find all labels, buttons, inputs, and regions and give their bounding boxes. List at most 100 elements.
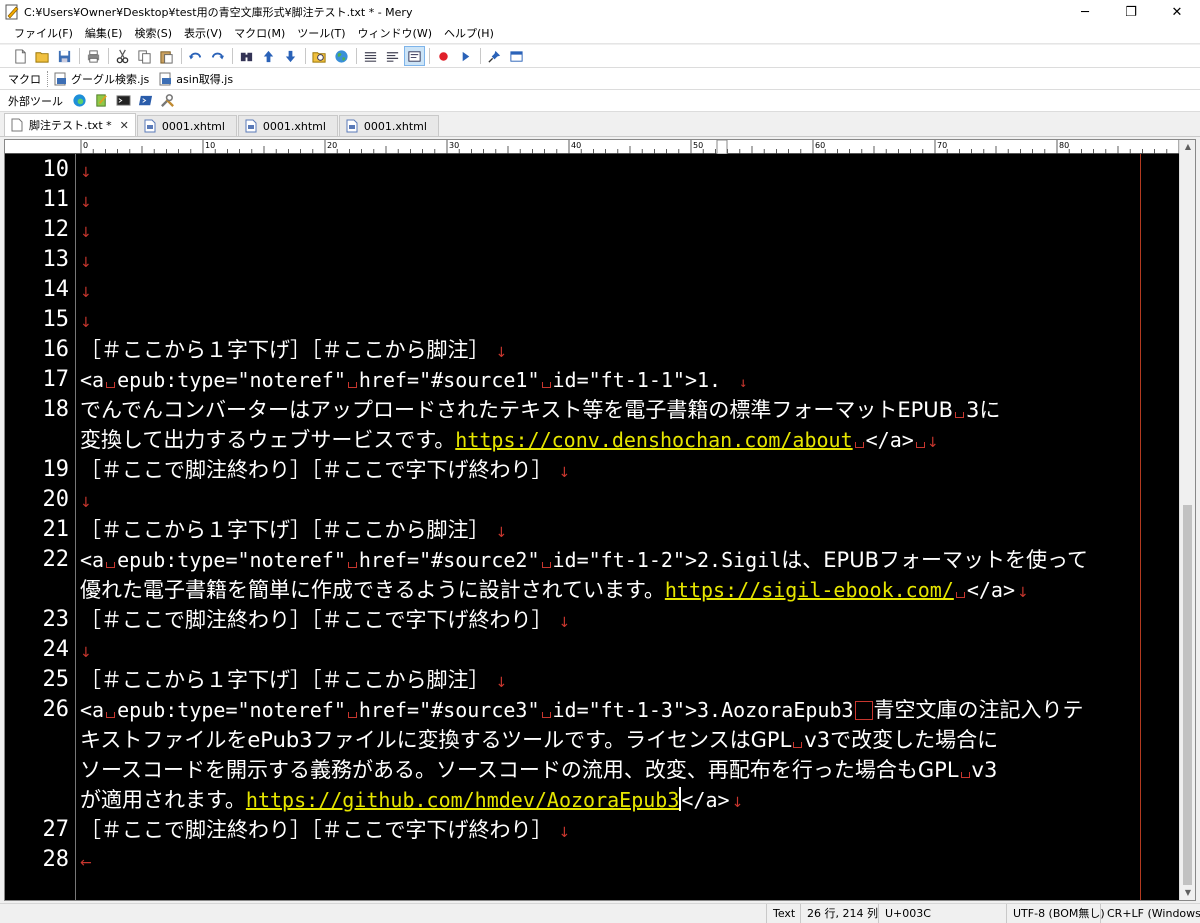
print-button[interactable] <box>83 46 104 66</box>
undo-button[interactable] <box>185 46 206 66</box>
window-wrap-icon <box>408 50 421 62</box>
new-file-button[interactable] <box>10 46 31 66</box>
window-icon <box>510 50 523 62</box>
url-link[interactable]: https://github.com/hmdev/AozoraEpub3 <box>246 788 679 812</box>
run-macro-button[interactable] <box>455 46 476 66</box>
find-in-files-button[interactable] <box>309 46 330 66</box>
arrow-up-icon <box>263 50 274 62</box>
editor-line-28: 28 ← <box>5 845 1135 875</box>
line-text: epub:type="noteref" <box>117 548 346 572</box>
vertical-scrollbar[interactable]: ▲ ▼ <box>1179 140 1195 900</box>
macro-bar-label: マクロ <box>8 72 41 86</box>
editor-line-10: 10 ↓ <box>5 155 1135 185</box>
close-button[interactable]: ✕ <box>1154 0 1200 24</box>
tools-icon <box>161 94 174 107</box>
edge-tool-button[interactable] <box>69 91 90 111</box>
editor-line-25: 25 ［＃ここから１字下げ］［＃ここから脚注］ ↓ <box>5 665 1135 695</box>
line-number: 17 <box>42 367 70 392</box>
line-number: 22 <box>42 547 70 572</box>
minimize-button[interactable]: ─ <box>1062 0 1108 24</box>
menu-edit[interactable]: 編集(E) <box>79 24 129 44</box>
find-previous-button[interactable] <box>258 46 279 66</box>
tab-xhtml-1[interactable]: 0001.xhtml <box>136 115 237 136</box>
line-text: は、EPUBフォーマットを使って <box>781 548 1088 572</box>
scrollbar-thumb[interactable] <box>1183 505 1192 885</box>
eol-mark: ↓ <box>80 285 92 301</box>
mery-app-icon <box>5 4 19 20</box>
copy-button[interactable] <box>134 46 155 66</box>
new-file-icon <box>15 48 26 64</box>
menu-tools[interactable]: ツール(T) <box>291 24 351 44</box>
maximize-button[interactable]: ❐ <box>1108 0 1154 24</box>
tab-label: 0001.xhtml <box>363 119 427 133</box>
menu-file[interactable]: ファイル(F) <box>8 24 79 44</box>
url-link[interactable]: https://sigil-ebook.com/ <box>665 578 954 602</box>
eol-mark: ↓ <box>1017 585 1029 601</box>
text-editor[interactable]: 0 10 20 30 40 50 60 70 80 10 ↓ 11 ↓ 12 ↓ 13 ↓ 14 ↓ 15… <box>4 139 1196 901</box>
save-button[interactable] <box>54 46 75 66</box>
eol-mark: ↓ <box>558 825 571 841</box>
line-text: href="#source2" <box>358 548 540 572</box>
tab-xhtml-3[interactable]: 0001.xhtml <box>338 115 439 136</box>
line-text: <a <box>80 698 105 722</box>
find-next-button[interactable] <box>280 46 301 66</box>
settings-tool-button[interactable] <box>157 91 178 111</box>
notepad-icon <box>96 94 107 107</box>
line-text: 3に <box>966 398 1001 422</box>
fullwidth-space-mark <box>854 701 873 720</box>
line-number: 20 <box>42 487 70 512</box>
ruler-label: 20 <box>327 141 337 150</box>
status-position[interactable]: 26 行, 214 列 <box>800 903 878 923</box>
menu-window[interactable]: ウィンドウ(W) <box>352 24 438 44</box>
line-number: 25 <box>42 667 70 692</box>
scroll-up-icon[interactable]: ▲ <box>1180 140 1195 154</box>
menu-search[interactable]: 検索(S) <box>128 24 178 44</box>
space-mark <box>955 412 965 418</box>
editor-line-14: 14 ↓ <box>5 275 1135 305</box>
toolbar-separator <box>108 48 109 64</box>
menu-help[interactable]: ヘルプ(H) <box>438 24 500 44</box>
macro-google-search[interactable]: グーグル検索.js <box>54 71 149 87</box>
line-text: <a <box>80 548 105 572</box>
line-text: epub:type="noteref" <box>117 368 346 392</box>
wrap-button[interactable] <box>382 46 403 66</box>
url-link[interactable]: https://conv.denshochan.com/about <box>455 428 852 452</box>
toolbar-gripper <box>47 70 50 87</box>
word-wrap-toggle[interactable] <box>404 46 425 66</box>
editor-line-24: 24 ↓ <box>5 635 1135 665</box>
tab-footnote-test[interactable]: 脚注テスト.txt * ✕ <box>4 113 136 136</box>
find-button[interactable] <box>236 46 257 66</box>
editor-line-20: 20 ↓ <box>5 485 1135 515</box>
eol-mark: ↓ <box>80 315 92 331</box>
menu-view[interactable]: 表示(V) <box>178 24 228 44</box>
window-button[interactable] <box>506 46 527 66</box>
powershell-tool-button[interactable] <box>135 91 156 111</box>
line-numbers-button[interactable] <box>360 46 381 66</box>
paste-button[interactable] <box>156 46 177 66</box>
tab-xhtml-2[interactable]: 0001.xhtml <box>237 115 338 136</box>
line-number: 14 <box>42 277 70 302</box>
eol-mark: ↓ <box>731 795 744 811</box>
undo-icon <box>188 52 202 59</box>
status-encoding[interactable]: UTF-8 (BOM無し) <box>1006 903 1105 923</box>
notepad-tool-button[interactable] <box>91 91 112 111</box>
line-number: 24 <box>42 637 70 662</box>
space-mark <box>955 592 965 598</box>
status-newline[interactable]: CR+LF (Windows) <box>1100 903 1200 923</box>
space-mark <box>541 562 551 568</box>
status-mode[interactable]: Text <box>766 903 800 923</box>
toolbar-separator <box>305 48 306 64</box>
open-file-button[interactable] <box>32 46 53 66</box>
console-tool-button[interactable] <box>113 91 134 111</box>
record-macro-button[interactable] <box>433 46 454 66</box>
close-icon[interactable]: ✕ <box>120 119 129 132</box>
macro-asin[interactable]: asin取得.js <box>159 71 233 87</box>
scroll-down-icon[interactable]: ▼ <box>1180 886 1195 900</box>
menu-macro[interactable]: マクロ(M) <box>228 24 291 44</box>
browser-button[interactable] <box>331 46 352 66</box>
cut-button[interactable] <box>112 46 133 66</box>
external-tools-toolbar: 外部ツール <box>0 90 1200 112</box>
pin-button[interactable] <box>484 46 505 66</box>
toolbar-separator <box>429 48 430 64</box>
redo-button[interactable] <box>207 46 228 66</box>
